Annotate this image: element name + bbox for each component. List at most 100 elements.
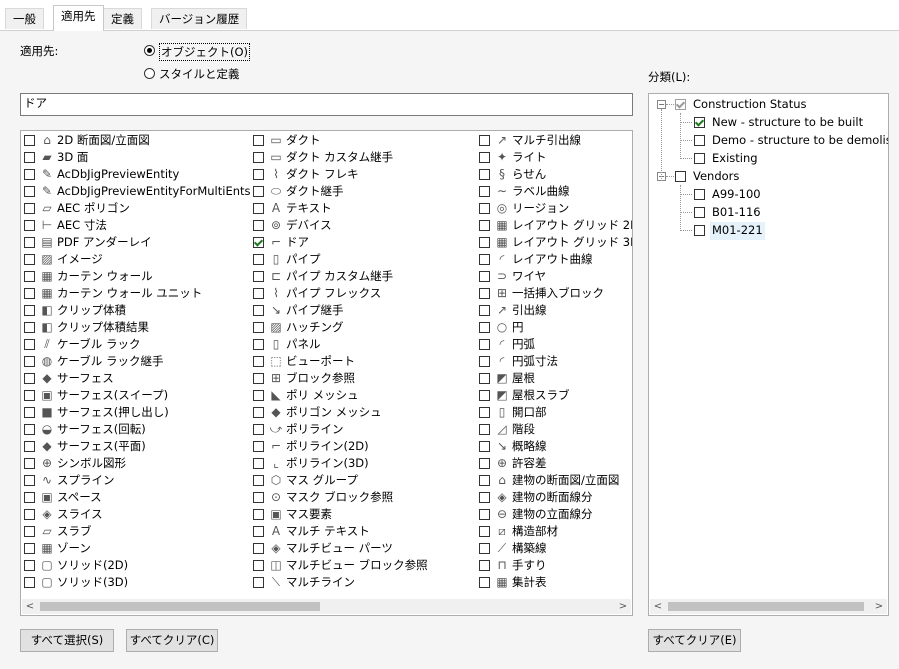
object-type-checkbox[interactable] (24, 322, 35, 333)
tree-scroll-thumb[interactable] (668, 602, 864, 611)
object-type-item[interactable]: ▦ ゾーン (21, 540, 251, 557)
object-type-item[interactable]: ▱ スラブ (21, 523, 251, 540)
object-type-checkbox[interactable] (253, 560, 264, 571)
object-type-checkbox[interactable] (24, 407, 35, 418)
object-list-hscrollbar[interactable]: < > (22, 599, 631, 614)
object-type-item[interactable]: ⫽ ケーブル ラック (21, 336, 251, 353)
object-type-item[interactable]: ◜ レイアウト曲線 (476, 251, 632, 268)
object-type-checkbox[interactable] (253, 254, 264, 265)
select-all-button[interactable]: すべて選択(S) (20, 629, 114, 652)
object-type-checkbox[interactable] (253, 424, 264, 435)
object-type-item[interactable]: ▰ 3D 面 (21, 149, 251, 166)
object-type-item[interactable]: ▣ サーフェス(スイープ) (21, 387, 251, 404)
object-type-checkbox[interactable] (253, 373, 264, 384)
tree-scroll-right-icon[interactable]: > (871, 599, 887, 614)
category-checkbox[interactable] (675, 171, 686, 182)
object-type-checkbox[interactable] (479, 322, 490, 333)
object-type-checkbox[interactable] (253, 237, 264, 248)
object-type-checkbox[interactable] (253, 339, 264, 350)
object-type-item[interactable]: ▨ イメージ (21, 251, 251, 268)
object-type-item[interactable]: ◒ サーフェス(回転) (21, 421, 251, 438)
subcategory-checkbox[interactable] (694, 117, 705, 128)
object-type-checkbox[interactable] (24, 356, 35, 367)
object-type-item[interactable]: ⌞ ポリライン(3D) (250, 455, 480, 472)
object-type-checkbox[interactable] (479, 152, 490, 163)
object-type-checkbox[interactable] (479, 271, 490, 282)
clear-all-button[interactable]: すべてクリア(C) (126, 629, 218, 652)
object-type-checkbox[interactable] (253, 135, 264, 146)
object-type-item[interactable]: ▦ カーテン ウォール ユニット (21, 285, 251, 302)
clear-all-tree-button[interactable]: すべてクリア(E) (648, 629, 741, 652)
object-type-checkbox[interactable] (24, 424, 35, 435)
object-type-item[interactable]: ◩ 屋根スラブ (476, 387, 632, 404)
object-type-item[interactable]: ⊞ 一括挿入ブロック (476, 285, 632, 302)
object-type-checkbox[interactable] (253, 441, 264, 452)
object-type-item[interactable]: ▭ ダクト (250, 132, 480, 149)
object-type-item[interactable]: ▦ レイアウト グリッド 2D (476, 217, 632, 234)
object-type-checkbox[interactable] (479, 475, 490, 486)
object-type-item[interactable]: ▯ パイプ (250, 251, 480, 268)
object-type-item[interactable]: ⊚ デバイス (250, 217, 480, 234)
object-radio[interactable] (144, 45, 155, 56)
object-type-checkbox[interactable] (479, 577, 490, 588)
object-type-item[interactable]: ◧ クリップ体積 (21, 302, 251, 319)
object-type-item[interactable]: ◈ 建物の断面線分 (476, 489, 632, 506)
subcategory-label[interactable]: New - structure to be built (712, 114, 863, 132)
object-type-item[interactable]: A テキスト (250, 200, 480, 217)
object-type-checkbox[interactable] (479, 186, 490, 197)
object-type-item[interactable]: ⤻ ポリライン (250, 421, 480, 438)
object-type-item[interactable]: § らせん (476, 166, 632, 183)
object-type-checkbox[interactable] (479, 373, 490, 384)
object-type-item[interactable]: ⬡ マス グループ (250, 472, 480, 489)
object-type-checkbox[interactable] (24, 152, 35, 163)
object-type-checkbox[interactable] (24, 526, 35, 537)
object-type-item[interactable]: ◜ 円弧寸法 (476, 353, 632, 370)
object-type-checkbox[interactable] (253, 305, 264, 316)
object-type-checkbox[interactable] (479, 220, 490, 231)
object-type-item[interactable]: ⟋ 構築線 (476, 540, 632, 557)
object-type-checkbox[interactable] (253, 169, 264, 180)
style-radio[interactable] (144, 68, 155, 79)
object-type-checkbox[interactable] (24, 492, 35, 503)
object-type-checkbox[interactable] (24, 373, 35, 384)
object-type-item[interactable]: ⌇ パイプ フレックス (250, 285, 480, 302)
object-type-checkbox[interactable] (24, 220, 35, 231)
tab-apply-to[interactable]: 適用先 (53, 5, 104, 31)
object-type-checkbox[interactable] (253, 458, 264, 469)
object-type-checkbox[interactable] (479, 203, 490, 214)
object-type-checkbox[interactable] (24, 237, 35, 248)
object-type-checkbox[interactable] (24, 390, 35, 401)
object-type-checkbox[interactable] (479, 424, 490, 435)
object-type-checkbox[interactable] (253, 390, 264, 401)
object-type-item[interactable]: ⊕ シンボル図形 (21, 455, 251, 472)
object-type-item[interactable]: ⊙ マスク ブロック参照 (250, 489, 480, 506)
object-type-checkbox[interactable] (253, 492, 264, 503)
object-type-checkbox[interactable] (253, 543, 264, 554)
scroll-thumb[interactable] (40, 602, 320, 611)
object-type-item[interactable]: ⊃ ワイヤ (476, 268, 632, 285)
subcategory-checkbox[interactable] (694, 225, 705, 236)
subcategory-label[interactable]: Demo - structure to be demolished (712, 132, 888, 150)
object-type-checkbox[interactable] (253, 526, 264, 537)
object-type-item[interactable]: ⊖ 建物の立面線分 (476, 506, 632, 523)
object-type-item[interactable]: ◍ ケーブル ラック継手 (21, 353, 251, 370)
object-type-checkbox[interactable] (24, 560, 35, 571)
object-radio-label[interactable]: オブジェクト(O) (159, 43, 251, 61)
tree-scroll-left-icon[interactable]: < (650, 599, 666, 614)
object-type-checkbox[interactable] (24, 339, 35, 350)
tab-definition[interactable]: 定義 (103, 8, 142, 29)
object-type-item[interactable]: ▢ ソリッド(3D) (21, 574, 251, 591)
object-type-item[interactable]: ▢ ソリッド(2D) (21, 557, 251, 574)
object-type-checkbox[interactable] (479, 254, 490, 265)
object-type-item[interactable]: ⌇ ダクト フレキ (250, 166, 480, 183)
object-type-item[interactable]: ▣ マス要素 (250, 506, 480, 523)
object-type-checkbox[interactable] (479, 169, 490, 180)
object-type-checkbox[interactable] (253, 322, 264, 333)
object-type-checkbox[interactable] (479, 543, 490, 554)
object-type-item[interactable]: ⌂ 建物の断面図/立面図 (476, 472, 632, 489)
object-type-checkbox[interactable] (479, 390, 490, 401)
subcategory-checkbox[interactable] (694, 207, 705, 218)
object-type-item[interactable]: ▦ レイアウト グリッド 3D (476, 234, 632, 251)
object-type-checkbox[interactable] (24, 305, 35, 316)
object-type-checkbox[interactable] (479, 135, 490, 146)
